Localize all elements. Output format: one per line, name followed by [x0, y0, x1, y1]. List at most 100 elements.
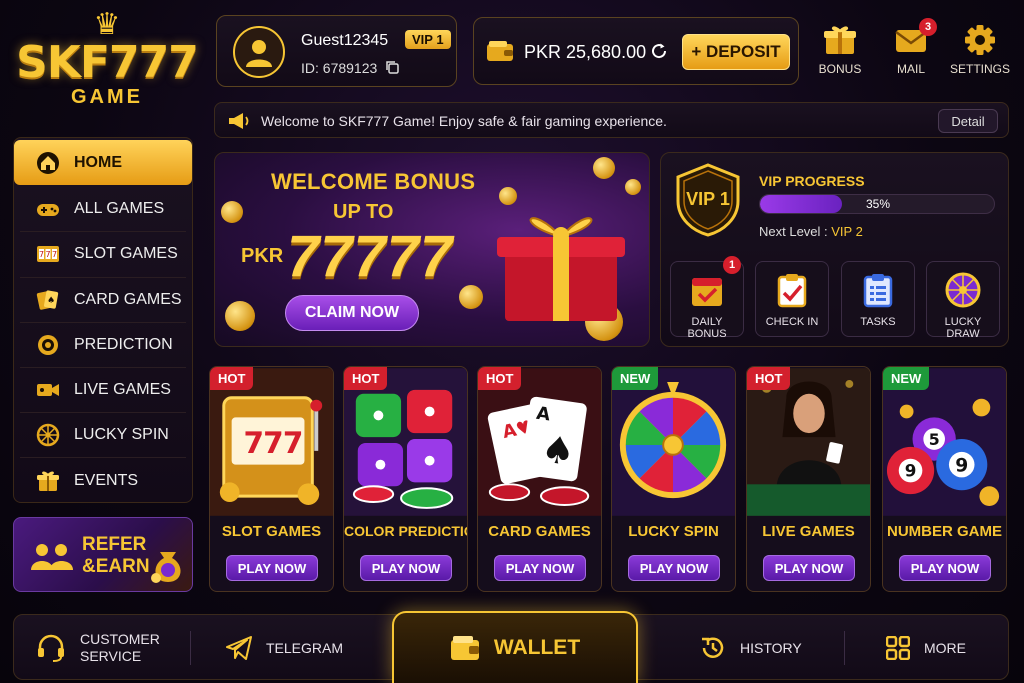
lucky-draw-tile[interactable]: LUCKY DRAW [926, 261, 1000, 340]
svg-text:♠: ♠ [47, 296, 55, 306]
play-now-button[interactable]: PLAY NOW [628, 555, 720, 581]
balance-amount: PKR 25,680.00 [524, 42, 647, 62]
wallet-button[interactable]: WALLET [392, 611, 638, 683]
game-title: LIVE GAMES [762, 523, 855, 540]
telegram-button[interactable]: TELEGRAM [226, 615, 343, 681]
check-in-tile[interactable]: CHECK IN [755, 261, 829, 337]
refer-line-2: &EARN [82, 556, 150, 577]
avatar[interactable] [233, 26, 285, 78]
play-now-button[interactable]: PLAY NOW [763, 555, 855, 581]
svg-text:7: 7 [263, 426, 284, 460]
history-label: HISTORY [740, 640, 802, 656]
hot-tag: HOT [478, 367, 522, 390]
bonus-button[interactable]: BONUS [810, 24, 870, 76]
more-button[interactable]: MORE [886, 615, 966, 681]
cards-icon: ♠ [36, 290, 59, 310]
sidebar-item-live-games[interactable]: LIVE GAMES [20, 368, 186, 414]
deposit-button[interactable]: + DEPOSIT [682, 34, 790, 70]
wheel-icon [36, 423, 60, 447]
sidebar-item-lucky-spin[interactable]: LUCKY SPIN [20, 413, 186, 459]
game-card-live-games[interactable]: HOT LIVE GAMES PLAY NOW [746, 366, 871, 592]
daily-bonus-badge: 1 [723, 256, 741, 274]
logo-brand: SKF777 [16, 37, 199, 88]
vip-next-level: Next Level : VIP 2 [759, 224, 863, 239]
play-now-button[interactable]: PLAY NOW [226, 555, 318, 581]
sidebar-item-label: LUCKY SPIN [74, 426, 169, 444]
vip-progress-bar: 35% [759, 194, 995, 214]
wallet-label: WALLET [493, 636, 581, 659]
play-now-button[interactable]: PLAY NOW [494, 555, 586, 581]
user-icon [246, 40, 272, 67]
play-now-button[interactable]: PLAY NOW [899, 555, 991, 581]
refer-earn-card[interactable]: REFER &EARN [13, 517, 193, 592]
vip-panel: VIP 1 VIP PROGRESS 35% Next Level : VIP … [660, 152, 1009, 347]
coin-icon [625, 179, 641, 195]
play-now-button[interactable]: PLAY NOW [360, 555, 452, 581]
vip-badge: VIP 1 [405, 30, 451, 49]
coin-icon [221, 201, 243, 223]
settings-button[interactable]: SETTINGS [950, 24, 1010, 76]
game-card-lucky-spin[interactable]: NEW LUCKY SPIN PLAY NOW [611, 366, 736, 592]
game-card-number-game[interactable]: 5 9 9 NEW NUMBER GAME PLAY NOW [882, 366, 1007, 592]
task-list-icon [863, 274, 893, 308]
svg-text:7: 7 [39, 250, 44, 259]
welcome-currency: PKR [241, 245, 284, 267]
copy-icon[interactable] [385, 60, 399, 74]
game-title: LUCKY SPIN [628, 523, 719, 540]
sidebar-item-prediction[interactable]: PREDICTION [20, 323, 186, 368]
slot-icon: 777 [37, 246, 59, 263]
detail-button[interactable]: Detail [938, 109, 998, 133]
sidebar-item-all-games[interactable]: ALL GAMES [20, 187, 186, 233]
refresh-icon[interactable] [650, 42, 668, 60]
history-icon [702, 637, 724, 658]
sidebar-item-card-games[interactable]: ♠ CARD GAMES [20, 278, 186, 323]
game-card-slot-games[interactable]: 7 7 7 HOT SLOT GAMES PLAY NOW [209, 366, 334, 592]
game-card-card-games[interactable]: A♥ A ♠ HOT CARD GAMES PLAY NOW [477, 366, 602, 592]
welcome-bonus-banner[interactable]: WELCOME BONUS UP TO PKR 77777 CLAIM NOW [214, 152, 650, 347]
sidebar-item-label: ALL GAMES [74, 200, 165, 218]
svg-text:9: 9 [955, 456, 968, 477]
mail-label: MAIL [896, 62, 925, 76]
tasks-tile[interactable]: TASKS [841, 261, 915, 337]
svg-text:7: 7 [52, 250, 57, 259]
wallet-icon [450, 636, 479, 660]
crown-icon: ♛ [93, 8, 121, 41]
user-id: ID: 6789123 [301, 60, 378, 76]
customer-service-line-2: SERVICE [80, 648, 142, 664]
mail-count-badge: 3 [919, 18, 937, 36]
sidebar-item-events[interactable]: EVENTS [20, 458, 186, 503]
logo[interactable]: ♛ SKF777 GAME [12, 10, 202, 120]
wheel-icon [945, 272, 981, 308]
people-icon [31, 544, 73, 570]
sidebar-item-label: HOME [74, 153, 122, 171]
vip-next-value: VIP 2 [831, 224, 863, 239]
game-title: SLOT GAMES [221, 523, 322, 540]
game-title: CARD GAMES [488, 523, 591, 540]
svg-text:7: 7 [283, 426, 304, 460]
target-icon [38, 334, 58, 355]
sidebar-item-label: CARD GAMES [74, 290, 182, 308]
customer-service-button[interactable]: CUSTOMER SERVICE [36, 615, 160, 681]
clipboard-check-icon [777, 274, 807, 308]
daily-bonus-tile[interactable]: 1 DAILY BONUS [670, 256, 744, 340]
new-tag: NEW [883, 367, 930, 390]
more-label: MORE [924, 640, 966, 656]
vip-level-badge: VIP 1 [686, 189, 730, 209]
mail-button[interactable]: 3 MAIL [881, 18, 941, 76]
megaphone-icon [229, 113, 249, 129]
customer-service-line-1: CUSTOMER [80, 631, 160, 647]
telegram-label: TELEGRAM [266, 640, 344, 656]
claim-now-button[interactable]: CLAIM NOW [285, 295, 419, 331]
vip-progress-label: VIP PROGRESS [759, 173, 865, 189]
wallet-icon [487, 41, 513, 61]
logo-sub: GAME [71, 86, 143, 108]
sidebar-item-slot-games[interactable]: 777 SLOT GAMES [20, 232, 186, 278]
tile-label: DAILY BONUS [687, 316, 727, 340]
game-title: NUMBER GAME [887, 523, 1002, 540]
gift-icon [824, 26, 856, 54]
home-icon [37, 151, 59, 174]
sidebar-item-home[interactable]: HOME [14, 140, 192, 186]
svg-text:5: 5 [929, 430, 940, 449]
history-button[interactable]: HISTORY [700, 615, 802, 681]
game-card-color-prediction[interactable]: HOT COLOR PREDICTION PLAY NOW [343, 366, 468, 592]
